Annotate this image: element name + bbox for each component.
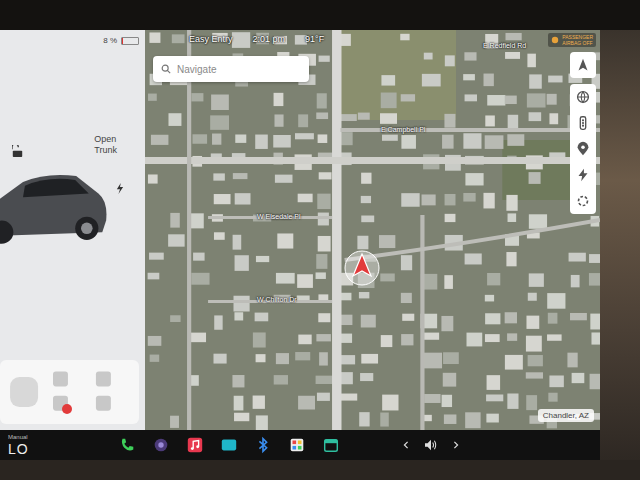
- dashboard-trim: [600, 30, 640, 460]
- bezel: [0, 0, 640, 30]
- climate-control[interactable]: ManualLO: [8, 434, 68, 457]
- street-label: W Elsedale Pl: [257, 213, 301, 220]
- phone-icon[interactable]: [118, 436, 136, 454]
- navigate-search[interactable]: Navigate: [153, 56, 309, 82]
- bluetooth-icon[interactable]: [254, 436, 272, 454]
- seatbelt-alert-icon: [62, 404, 72, 414]
- dashboard: [0, 460, 640, 480]
- magnifier-icon: [161, 64, 171, 74]
- calendar-icon[interactable]: [322, 436, 340, 454]
- open-trunk-button[interactable]: OpenTrunk: [94, 134, 117, 156]
- volume-icon[interactable]: [424, 439, 438, 451]
- driver-profile[interactable]: Easy Entry: [189, 34, 233, 44]
- airbag-indicator: PASSENGERAIRBAG OFF: [548, 33, 596, 47]
- padlock-icon[interactable]: [12, 145, 23, 158]
- previous-chevron-icon[interactable]: [402, 441, 410, 449]
- airbag-icon: [551, 36, 559, 44]
- seat-panel: [0, 360, 139, 424]
- battery-icon: [121, 37, 139, 45]
- map-location-label: Chandler, AZ: [538, 409, 594, 422]
- pin-icon[interactable]: [574, 140, 592, 158]
- camera-icon[interactable]: [152, 436, 170, 454]
- touchscreen: 8 % OpenTrunk Easy Entry 2:01 pm 91°F PASSENG…: [0, 30, 600, 460]
- map[interactable]: Easy Entry 2:01 pm 91°F PASSENGERAIRBAG OFF…: [145, 30, 600, 430]
- music-icon[interactable]: [186, 436, 204, 454]
- satellite-map: [145, 30, 600, 430]
- climate-mode: Manual: [8, 434, 68, 441]
- settings-icon[interactable]: [574, 192, 592, 210]
- dock: ManualLO: [0, 430, 600, 460]
- car-panel: 8 % OpenTrunk: [0, 30, 145, 430]
- photo-frame: 8 % OpenTrunk Easy Entry 2:01 pm 91°F PASSENG…: [0, 0, 640, 480]
- supercharger-icon[interactable]: [574, 166, 592, 184]
- next-chevron-icon[interactable]: [452, 441, 460, 449]
- car-position-arrow-icon: [342, 246, 382, 286]
- map-controls: [570, 52, 596, 214]
- status-bar: Easy Entry 2:01 pm 91°F: [189, 34, 324, 44]
- street-label: E Redfield Rd: [483, 42, 526, 49]
- clock: 2:01 pm: [253, 34, 286, 44]
- street-label: E Campbell Pl: [381, 126, 425, 133]
- traffic-icon[interactable]: [574, 114, 592, 132]
- outside-temperature: 91°F: [305, 34, 324, 44]
- games-icon[interactable]: [288, 436, 306, 454]
- streaming-app-icon[interactable]: [220, 436, 238, 454]
- charge-port-icon[interactable]: [116, 183, 124, 194]
- cabin-temperature: LO: [8, 441, 68, 457]
- battery-percent: 8 %: [103, 36, 117, 45]
- globe-icon[interactable]: [574, 88, 592, 106]
- street-label: W Chilton Dr: [257, 296, 297, 303]
- car-icon: [0, 164, 110, 252]
- search-placeholder: Navigate: [177, 64, 216, 75]
- compass-icon[interactable]: [570, 52, 596, 78]
